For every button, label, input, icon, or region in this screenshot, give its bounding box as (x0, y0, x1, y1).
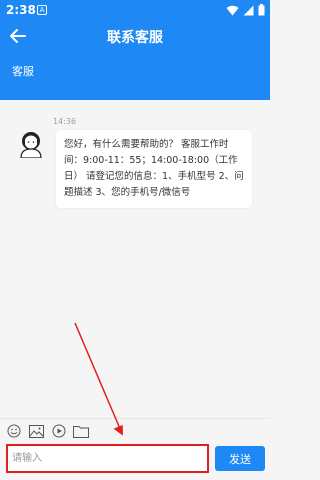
video-icon[interactable] (51, 423, 67, 439)
signal-icon (243, 5, 254, 15)
folder-icon[interactable] (73, 423, 89, 439)
service-label: 客服 (12, 65, 34, 78)
subheader: 客服 (0, 52, 270, 100)
app-header: 联系客服 (0, 20, 270, 52)
image-icon[interactable] (28, 423, 44, 439)
status-time: 2:38 (6, 3, 36, 17)
page-title: 联系客服 (107, 30, 163, 46)
chat-area[interactable]: 14:36 您好，有什么需要帮助的？ 客服工作时间：9:00-11：55；14:… (0, 100, 270, 418)
battery-icon (258, 4, 265, 16)
message-bubble: 您好，有什么需要帮助的？ 客服工作时间：9:00-11：55；14:00-18:… (56, 130, 252, 208)
status-bar: 2:38 A (0, 0, 270, 20)
notification-icon: A (37, 5, 47, 15)
status-icons (226, 3, 265, 17)
agent-avatar (20, 132, 42, 158)
emoji-icon[interactable] (6, 423, 22, 439)
input-area: 发送 (0, 442, 270, 480)
send-button[interactable]: 发送 (215, 446, 265, 471)
wifi-icon (226, 5, 239, 15)
input-toolbar (0, 418, 270, 442)
message-input[interactable] (6, 444, 209, 473)
message-timestamp: 14:36 (53, 117, 77, 126)
